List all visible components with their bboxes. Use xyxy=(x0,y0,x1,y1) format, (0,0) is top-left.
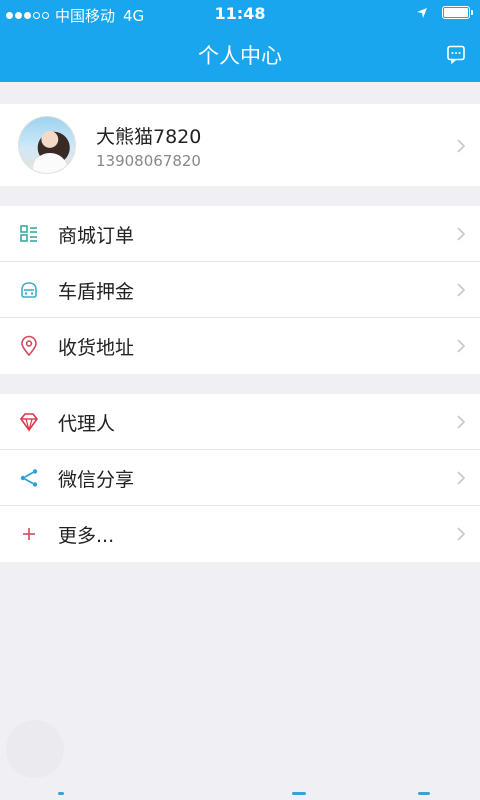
battery-fill xyxy=(444,8,468,17)
battery-icon xyxy=(442,6,473,19)
chevron-right-icon xyxy=(457,227,466,241)
tab-icon-fragment xyxy=(58,792,64,795)
tab-icon-fragment xyxy=(292,792,306,795)
location-arrow-icon xyxy=(417,7,427,18)
menu-item-label: 商城订单 xyxy=(58,225,135,247)
menu-item-label: 收货地址 xyxy=(58,337,135,359)
tab-icon-fragment xyxy=(418,792,430,795)
menu-item-agent[interactable]: 代理人 xyxy=(0,394,480,450)
chevron-right-icon xyxy=(457,471,466,485)
menu-item-label: 代理人 xyxy=(58,413,116,435)
status-right xyxy=(416,6,473,19)
menu-item-car-shield-deposit[interactable]: 车盾押金 xyxy=(0,262,480,318)
menu-item-label: 微信分享 xyxy=(58,469,135,491)
chevron-right-icon xyxy=(457,527,466,541)
plus-icon xyxy=(23,528,35,540)
menu-item-label: 车盾押金 xyxy=(58,281,135,303)
menu-group-orders: 商城订单 车盾押金 收货地址 xyxy=(0,206,480,374)
message-icon[interactable] xyxy=(446,44,466,64)
menu-group-more: 代理人 微信分享 更多... xyxy=(0,394,480,562)
menu-item-wechat-share[interactable]: 微信分享 xyxy=(0,450,480,506)
page-title: 个人中心 xyxy=(198,44,282,68)
chevron-right-icon xyxy=(457,139,466,153)
tab-bar-edge xyxy=(0,792,480,800)
chevron-right-icon xyxy=(457,339,466,353)
location-pin-icon xyxy=(21,335,37,357)
nav-bar: 个人中心 xyxy=(0,28,480,82)
chevron-right-icon xyxy=(457,283,466,297)
profile-name: 大熊猫7820 xyxy=(96,126,202,148)
menu-item-mall-orders[interactable]: 商城订单 xyxy=(0,206,480,262)
status-bar: 中国移动 4G 11:48 xyxy=(0,0,480,28)
order-list-icon xyxy=(20,225,37,242)
chevron-right-icon xyxy=(457,415,466,429)
avatar[interactable] xyxy=(18,116,76,174)
profile-card[interactable]: 大熊猫7820 13908067820 xyxy=(0,104,480,186)
menu-item-label: 更多... xyxy=(58,525,115,547)
profile-phone: 13908067820 xyxy=(96,152,201,170)
share-icon xyxy=(20,469,38,487)
car-shield-icon xyxy=(21,282,37,298)
diamond-icon xyxy=(19,413,39,433)
status-time: 11:48 xyxy=(214,4,266,23)
floating-assistive-button[interactable] xyxy=(6,720,64,778)
menu-item-shipping-address[interactable]: 收货地址 xyxy=(0,318,480,374)
menu-item-more[interactable]: 更多... xyxy=(0,506,480,562)
